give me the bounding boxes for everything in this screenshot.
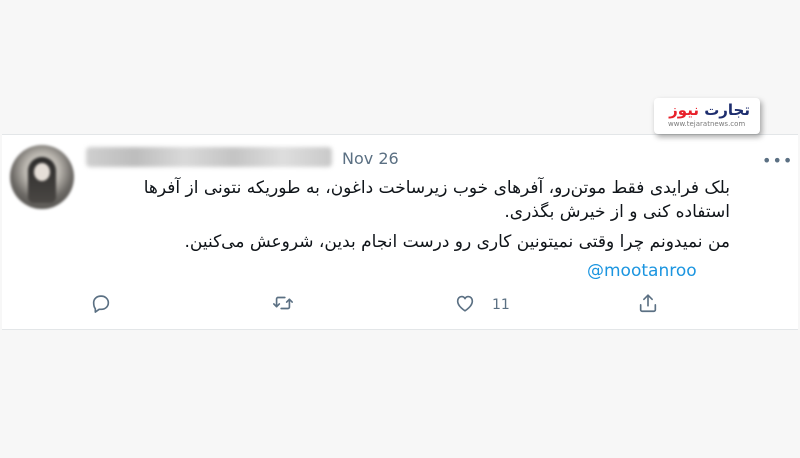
- retweet-button[interactable]: [272, 293, 294, 317]
- share-button[interactable]: [637, 293, 659, 317]
- more-options-icon[interactable]: •••: [762, 151, 793, 170]
- like-count: 11: [492, 297, 510, 313]
- screenshot-frame: Nov 26 ••• بلک فرایدی فقط موتن‌رو، آفرها…: [0, 0, 800, 458]
- tweet-date[interactable]: Nov 26: [342, 149, 399, 168]
- tweet-card[interactable]: Nov 26 ••• بلک فرایدی فقط موتن‌رو، آفرها…: [2, 134, 798, 330]
- retweet-icon: [272, 292, 294, 318]
- avatar[interactable]: [10, 145, 74, 209]
- share-icon: [637, 292, 659, 318]
- mention-link[interactable]: @mootanroo: [587, 261, 697, 281]
- avatar-face: [34, 163, 50, 181]
- heart-icon: [454, 292, 476, 318]
- logo-word-tejarat: تجارت: [704, 101, 750, 119]
- tweet-text-line-3: من نمیدونم چرا وقتی نمیتونین کاری رو درس…: [184, 232, 730, 252]
- blurred-user-name[interactable]: [86, 147, 332, 167]
- tweet-text-line-2: استفاده کنی و از خیرش بگذری.: [504, 202, 730, 222]
- logo-word-news: نیوز: [669, 101, 699, 119]
- reply-button[interactable]: [90, 293, 112, 317]
- reply-icon: [90, 292, 112, 318]
- like-button[interactable]: 11: [454, 293, 510, 317]
- logo-wordmark: تجارت نیوز: [669, 101, 750, 119]
- tweet-text-line-1: بلک فرایدی فقط موتن‌رو، آفرهای خوب زیرسا…: [143, 178, 730, 198]
- logo-site-url: www.tejaratnews.com: [668, 120, 746, 128]
- tejaratnews-watermark-logo: تجارت نیوز www.tejaratnews.com: [654, 98, 760, 134]
